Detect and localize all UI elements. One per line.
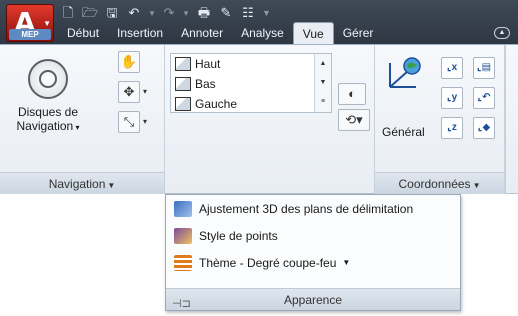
redo-dropdown-icon[interactable]: ▾ — [182, 6, 190, 20]
view-manager-icon[interactable]: ◐ — [338, 83, 366, 105]
chevron-down-icon: ▼ — [472, 181, 481, 190]
tab-gerer[interactable]: Gérer — [334, 22, 383, 44]
fire-rating-theme-icon — [174, 254, 192, 271]
point-style-icon — [174, 227, 192, 244]
chevron-down-icon: ▼ — [43, 19, 51, 28]
orbit-dropdown-icon[interactable]: ▾ — [143, 87, 147, 96]
view-item-bas[interactable]: Bas — [171, 74, 331, 94]
tab-analyse[interactable]: Analyse — [232, 22, 293, 44]
navigation-panel: Disques de Navigation ▾ ✋ ✥ ▾ ⤡ ▾ Naviga… — [0, 45, 165, 194]
new-file-icon[interactable]: 🗋 — [60, 6, 76, 20]
ribbon-tabs: Début Insertion Annoter Analyse Vue Gére… — [58, 22, 382, 44]
open-folder-icon[interactable]: 🗁 — [82, 6, 98, 20]
scroll-up-icon[interactable]: ▲ — [315, 54, 331, 73]
chevron-down-icon: ▼ — [107, 181, 116, 190]
properties-icon[interactable]: ☷ — [240, 6, 256, 20]
cube-bottom-icon — [175, 77, 191, 91]
ucs-view-icon[interactable]: ⌞▤ — [473, 57, 495, 79]
flyout-item-fire-rating-theme[interactable]: Thème - Degré coupe-feu ▼ — [166, 249, 460, 276]
customize-qat-icon[interactable]: ▼ — [262, 6, 271, 20]
undo-dropdown-icon[interactable]: ▾ — [148, 6, 156, 20]
title-bar: A MEP ▼ 🗋 🗁 🖫 ↶ ▾ ↷ ▾ 🖶 ✎ ☷ ▼ Début Inse… — [0, 0, 518, 44]
publish-icon[interactable]: ✎ — [218, 6, 234, 20]
ucs-z-icon[interactable]: ⌞z — [441, 117, 463, 139]
scroll-down-icon[interactable]: ▼ — [315, 73, 331, 92]
clip-planes-icon — [174, 200, 192, 217]
expand-gallery-icon[interactable]: ≡ — [315, 92, 331, 111]
save-icon[interactable]: 🖫 — [104, 6, 120, 20]
print-icon[interactable]: 🖶 — [196, 6, 212, 20]
steering-wheel-icon[interactable] — [28, 59, 68, 99]
views-gallery-scroller: ▲ ▼ ≡ — [314, 54, 331, 112]
coordinates-panel-title[interactable]: Coordonnées ▼ — [375, 172, 504, 194]
ribbon: Disques de Navigation ▾ ✋ ✥ ▾ ⤡ ▾ Naviga… — [0, 44, 518, 194]
tab-vue[interactable]: Vue — [292, 22, 334, 44]
steering-wheel-label[interactable]: Disques de Navigation ▾ — [4, 105, 92, 135]
application-menu-button[interactable]: A MEP ▼ — [6, 4, 54, 42]
world-ucs-icon[interactable] — [386, 57, 422, 91]
tab-debut[interactable]: Début — [58, 22, 108, 44]
appearance-panel-flyout: Ajustement 3D des plans de délimitation … — [165, 194, 461, 311]
zoom-dropdown-icon[interactable]: ▾ — [143, 117, 147, 126]
pin-icon[interactable]: ⊣⊐ — [172, 293, 191, 315]
zoom-extents-icon[interactable]: ⤡ — [118, 111, 140, 133]
general-label[interactable]: Général — [382, 125, 425, 139]
undo-icon[interactable]: ↶ — [126, 6, 142, 20]
cube-top-icon — [175, 57, 191, 71]
next-panel-edge — [505, 45, 518, 194]
ucs-y-icon[interactable]: ⌞y — [441, 87, 463, 109]
restore-view-icon[interactable]: ⟲▾ — [338, 109, 370, 131]
appearance-panel-title: ⊣⊐ Apparence — [166, 288, 460, 310]
quick-access-toolbar: 🗋 🗁 🖫 ↶ ▾ ↷ ▾ 🖶 ✎ ☷ ▼ — [60, 4, 271, 22]
ucs-face-icon[interactable]: ⌞◆ — [473, 117, 495, 139]
tab-annoter[interactable]: Annoter — [172, 22, 232, 44]
tab-insertion[interactable]: Insertion — [108, 22, 172, 44]
product-badge: MEP — [9, 29, 51, 40]
named-views-gallery: Haut Bas Gauche ▲ ▼ ≡ — [170, 53, 332, 113]
ucs-x-icon[interactable]: ⌞x — [441, 57, 463, 79]
chevron-down-icon[interactable]: ▼ — [342, 258, 350, 267]
view-item-gauche[interactable]: Gauche — [171, 94, 331, 114]
redo-icon[interactable]: ↷ — [162, 6, 176, 20]
ucs-previous-icon[interactable]: ⌞↶ — [473, 87, 495, 109]
cube-left-icon — [175, 97, 191, 111]
orbit-icon[interactable]: ✥ — [118, 81, 140, 103]
view-item-haut[interactable]: Haut — [171, 54, 331, 74]
flyout-item-point-style[interactable]: Style de points — [166, 222, 460, 249]
navigation-panel-title[interactable]: Navigation ▼ — [0, 172, 164, 194]
minimize-ribbon-icon[interactable]: ▲ — [494, 27, 510, 39]
pan-hand-icon[interactable]: ✋ — [118, 51, 140, 73]
flyout-item-clip-planes[interactable]: Ajustement 3D des plans de délimitation — [166, 195, 460, 222]
